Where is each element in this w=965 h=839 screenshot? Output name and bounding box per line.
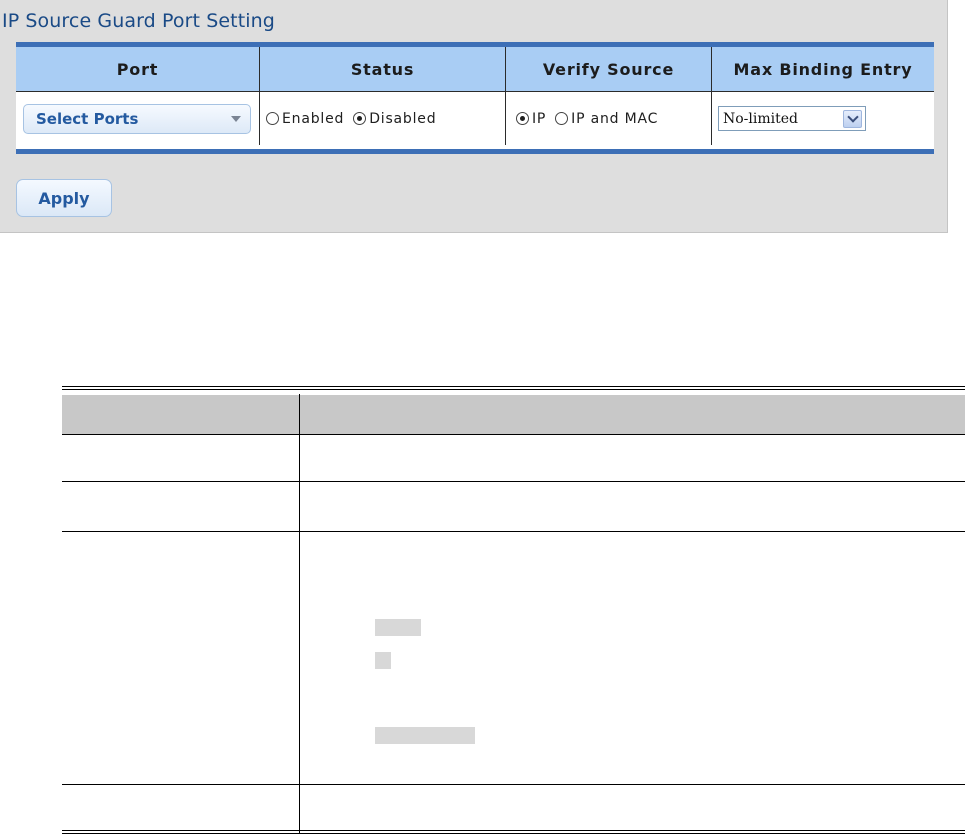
verify-source-cell: IP IP and MAC [505, 91, 712, 145]
column-header-status: Status [259, 47, 506, 92]
verify-source-radio-group: IP IP and MAC [506, 111, 711, 127]
description-table [62, 386, 965, 834]
max-binding-cell: No-limited [711, 91, 934, 145]
table-row: Select Ports Enabled Disabled IP IP and … [16, 91, 934, 145]
dropdown-button[interactable] [843, 109, 862, 128]
caret-down-icon [231, 115, 241, 122]
highlight-mark [375, 652, 391, 669]
status-enabled-label: Enabled [282, 110, 345, 127]
status-enabled-radio[interactable] [266, 112, 279, 125]
status-cell: Enabled Disabled [259, 91, 506, 145]
row-divider [62, 481, 965, 482]
status-disabled-label: Disabled [369, 110, 437, 127]
row-divider [62, 531, 965, 532]
verify-ip-and-mac-label: IP and MAC [571, 110, 659, 127]
verify-ip-radio[interactable] [516, 112, 529, 125]
verify-ip-option[interactable]: IP [516, 111, 546, 127]
description-table-header [62, 395, 965, 435]
max-binding-entry-select[interactable]: No-limited [718, 106, 866, 131]
highlight-mark [375, 727, 475, 744]
column-header-port: Port [16, 47, 260, 92]
chevron-down-icon [846, 110, 859, 123]
column-divider [299, 394, 300, 834]
max-binding-entry-value: No-limited [723, 110, 798, 127]
verify-ip-label: IP [532, 110, 547, 127]
highlight-mark [375, 619, 421, 636]
apply-button[interactable]: Apply [16, 179, 112, 217]
verify-ip-and-mac-radio[interactable] [555, 112, 569, 125]
column-header-verify-source: Verify Source [505, 47, 712, 92]
table-header-row: Port Status Verify Source Max Binding En… [16, 47, 934, 92]
panel-title: IP Source Guard Port Setting [2, 10, 275, 32]
status-disabled-radio[interactable] [353, 112, 367, 125]
status-radio-group: Enabled Disabled [260, 111, 505, 127]
row-divider [62, 784, 965, 785]
select-ports-dropdown[interactable]: Select Ports [23, 103, 251, 134]
port-cell: Select Ports [16, 91, 260, 145]
status-disabled-option[interactable]: Disabled [353, 111, 436, 127]
ip-source-guard-panel: IP Source Guard Port Setting Port Status… [0, 0, 948, 233]
status-enabled-option[interactable]: Enabled [266, 111, 344, 127]
column-header-max-binding-entry: Max Binding Entry [711, 47, 934, 92]
verify-ip-and-mac-option[interactable]: IP and MAC [555, 111, 658, 127]
select-ports-label: Select Ports [36, 109, 139, 128]
port-setting-table: Port Status Verify Source Max Binding En… [16, 42, 934, 154]
